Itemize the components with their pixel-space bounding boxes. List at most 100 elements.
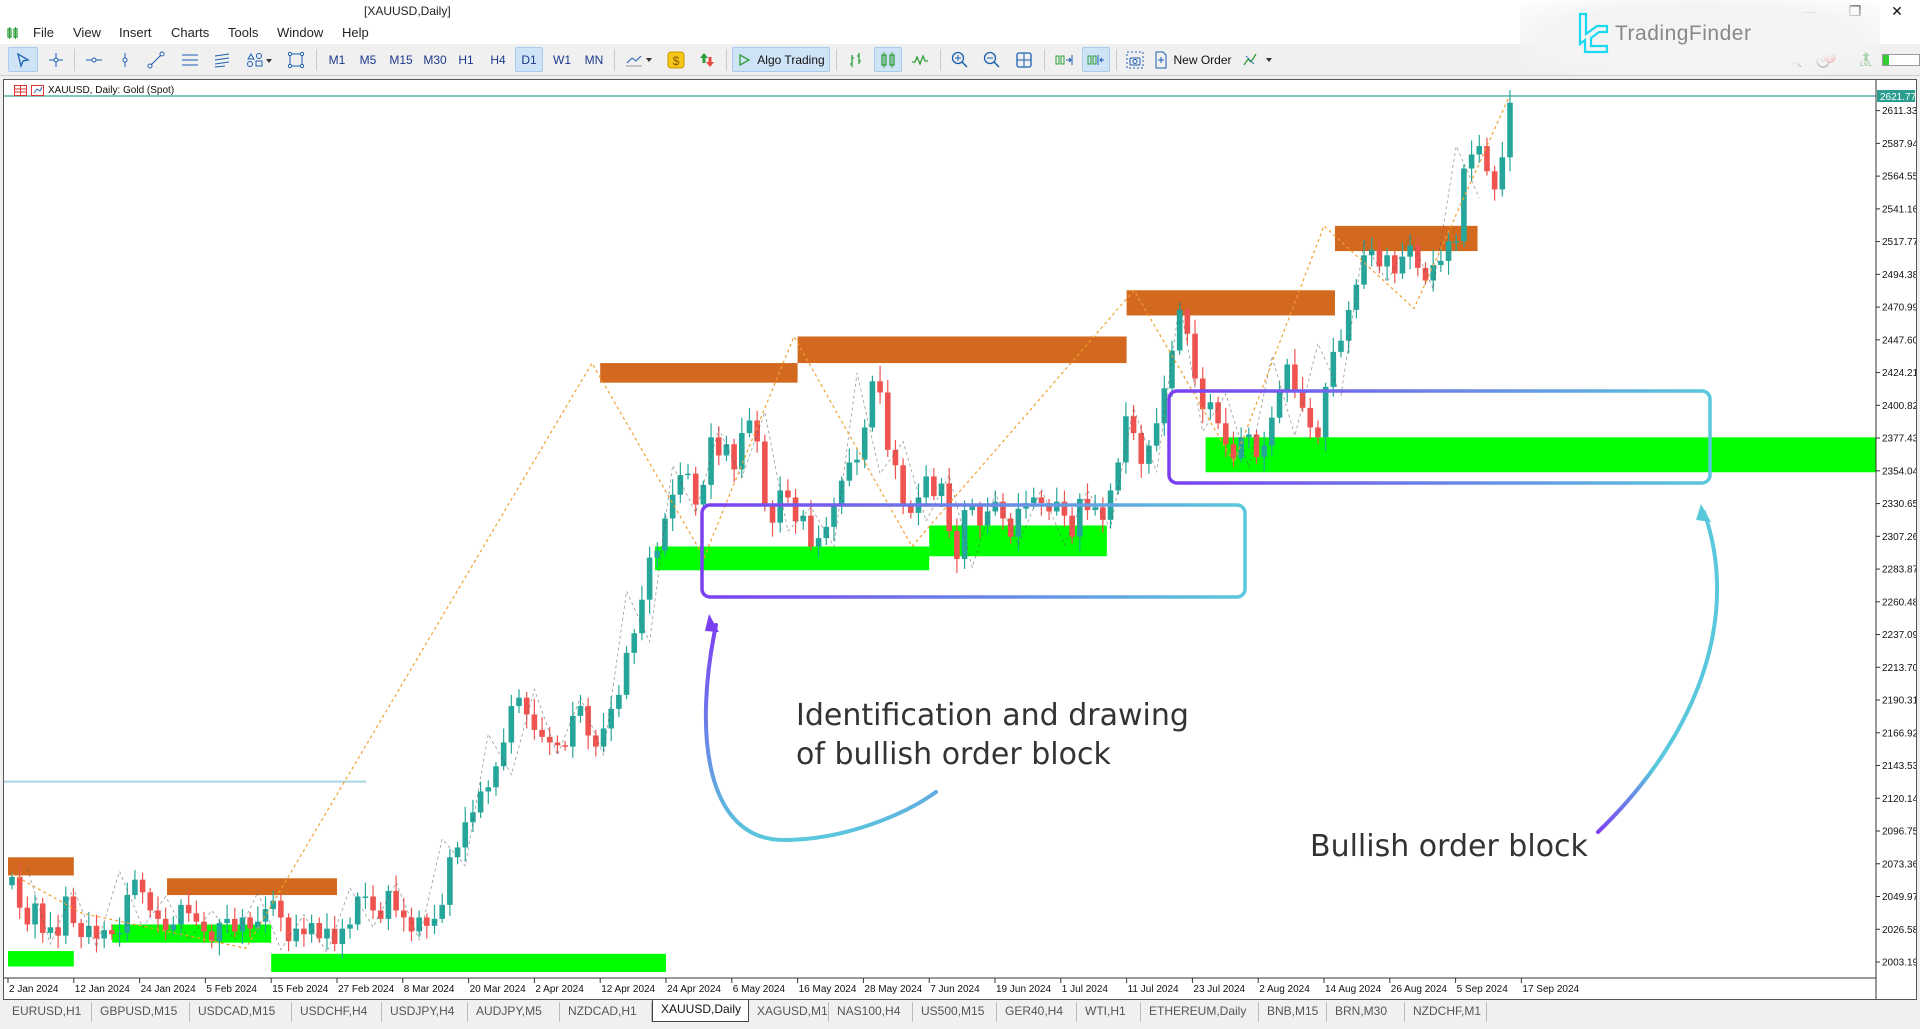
menu-window[interactable]: Window: [277, 25, 323, 40]
horizontal-line-button[interactable]: [80, 47, 108, 72]
bearish-candle: [593, 735, 599, 747]
symbol-tab[interactable]: NZDCHF,M1: [1405, 1002, 1487, 1022]
time-tick-label: 28 May 2024: [864, 984, 922, 995]
fibonacci-button[interactable]: [208, 47, 236, 72]
symbol-tab[interactable]: ETHEREUM,Daily: [1141, 1002, 1259, 1022]
zoom-out-button[interactable]: [978, 47, 1006, 72]
symbol-tab[interactable]: AUDJPY,M5: [468, 1002, 560, 1022]
bearish-order-block: [8, 857, 74, 876]
price-tick-label: 2096.75: [1882, 827, 1916, 838]
bearish-candle: [39, 903, 46, 933]
bullish-candle: [1030, 497, 1037, 504]
bearish-candle: [1376, 249, 1383, 267]
candlestick-chart-button[interactable]: [874, 47, 902, 72]
algo-trading-button[interactable]: Algo Trading: [732, 47, 830, 72]
bullish-candle: [362, 896, 369, 898]
price-tick-label: 2213.70: [1882, 663, 1916, 674]
vertical-line-button[interactable]: [112, 47, 138, 72]
symbol-tab[interactable]: GBPUSD,M15: [92, 1002, 190, 1022]
price-chart[interactable]: 2611.33 2587.94 2564.55 2541.16 2517.77 2494.…: [4, 80, 1916, 999]
bullish-candle: [1338, 340, 1344, 352]
algo-trading-label: Algo Trading: [757, 52, 825, 67]
symbol-tab[interactable]: USDCHF,H4: [292, 1002, 382, 1022]
timeframe-h4[interactable]: H4: [484, 47, 512, 72]
cursor-button[interactable]: [8, 47, 38, 72]
menu-tools[interactable]: Tools: [228, 25, 258, 40]
bearish-candle: [55, 927, 61, 936]
crosshair-icon: [49, 52, 63, 67]
trade-arrows-button[interactable]: [694, 47, 720, 72]
timeframe-d1[interactable]: D1: [515, 47, 543, 72]
price-tick-label: 2330.65: [1882, 499, 1916, 510]
symbol-tab[interactable]: WTI,H1: [1077, 1002, 1141, 1022]
price-tick-label: 2470.99: [1882, 303, 1916, 314]
menu-view[interactable]: View: [73, 25, 101, 40]
symbol-tab[interactable]: XAUUSD,Daily: [652, 1000, 749, 1022]
bullish-candle: [239, 917, 246, 932]
timeframe-mn[interactable]: MN: [580, 47, 608, 72]
symbol-tab[interactable]: BRN,M30: [1327, 1002, 1405, 1022]
symbol-tab[interactable]: XAGUSD,M1: [749, 1002, 829, 1022]
zoom-in-button[interactable]: [946, 47, 974, 72]
trendline-button[interactable]: [142, 47, 170, 72]
signals-button[interactable]: $: [664, 47, 688, 72]
menu-insert[interactable]: Insert: [119, 25, 152, 40]
bearish-candle: [769, 504, 776, 523]
chart-shift-button[interactable]: [1082, 47, 1110, 72]
arrow-head-left: [705, 614, 719, 632]
bearish-candle: [1199, 378, 1206, 410]
symbol-tab[interactable]: USDJPY,H4: [382, 1002, 468, 1022]
close-button[interactable]: ✕: [1874, 0, 1920, 22]
menu-charts[interactable]: Charts: [171, 25, 209, 40]
chart-properties-icon[interactable]: [31, 85, 44, 96]
chart-header: XAUUSD, Daily: Gold (Spot): [14, 85, 174, 96]
shapes-button[interactable]: [240, 47, 278, 72]
bullish-candle: [216, 923, 223, 942]
symbol-tab[interactable]: NAS100,H4: [829, 1002, 913, 1022]
bearish-candle: [562, 745, 568, 747]
bullish-candle: [1438, 260, 1444, 266]
bearish-candle: [1222, 423, 1229, 445]
bearish-candle: [109, 930, 115, 935]
bullish-candle: [746, 420, 753, 434]
chart-menu-icon[interactable]: [14, 85, 27, 96]
timeframe-m30[interactable]: M30: [419, 47, 451, 72]
bullish-order-block: [1205, 437, 1876, 473]
bullish-candle: [1322, 386, 1329, 438]
bar-chart-icon: [850, 52, 861, 67]
new-order-button[interactable]: New Order: [1152, 47, 1234, 72]
price-tick-label: 2120.14: [1882, 794, 1916, 805]
screenshot-button[interactable]: [1122, 47, 1148, 72]
chart-window[interactable]: 2611.33 2587.94 2564.55 2541.16 2517.77 2494.…: [3, 79, 1917, 1000]
bar-chart-button[interactable]: [842, 47, 870, 72]
bullish-candle: [1276, 389, 1283, 418]
timeframe-m5[interactable]: M5: [354, 47, 382, 72]
indicators-button[interactable]: [622, 47, 658, 72]
indicator-line-icon: [626, 55, 652, 66]
symbol-tab[interactable]: BNB,M15: [1259, 1002, 1327, 1022]
menu-file[interactable]: File: [33, 25, 54, 40]
price-tick-label: 2049.97: [1882, 892, 1916, 903]
auto-scroll-button[interactable]: [1050, 47, 1078, 72]
timeframe-w1[interactable]: W1: [548, 47, 576, 72]
bearish-candle: [1253, 434, 1260, 457]
timeframe-m1[interactable]: M1: [324, 47, 350, 72]
tile-windows-button[interactable]: [1010, 47, 1038, 72]
symbol-tab[interactable]: NZDCAD,H1: [560, 1002, 652, 1022]
objects-button[interactable]: [282, 47, 310, 72]
symbol-tab[interactable]: USDCAD,M15: [190, 1002, 292, 1022]
timeframe-m15[interactable]: M15: [385, 47, 417, 72]
symbol-tab[interactable]: US500,M15: [913, 1002, 997, 1022]
menu-help[interactable]: Help: [342, 25, 369, 40]
time-tick-label: 15 Feb 2024: [272, 984, 329, 995]
bullish-candle: [32, 903, 38, 925]
annotation-bullish-order-block: Bullish order block: [1310, 829, 1588, 864]
crosshair-button[interactable]: [42, 47, 70, 72]
strategy-tester-button[interactable]: [1238, 47, 1280, 72]
symbol-tab[interactable]: EURUSD,H1: [4, 1002, 92, 1022]
symbol-tab[interactable]: GER40,H4: [997, 1002, 1077, 1022]
timeframe-h1[interactable]: H1: [453, 47, 479, 72]
line-chart-button[interactable]: [906, 47, 934, 72]
channel-button[interactable]: [176, 47, 204, 72]
bullish-candle: [1345, 309, 1352, 341]
